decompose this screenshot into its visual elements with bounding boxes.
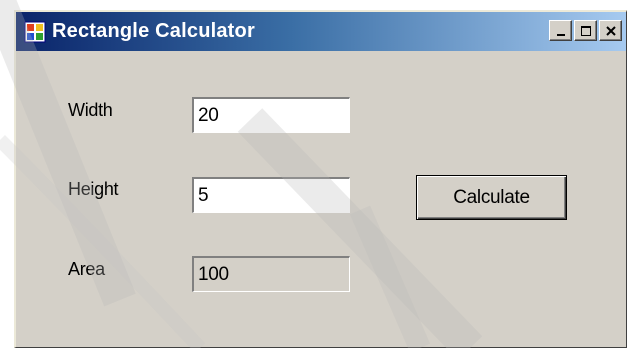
close-icon [605, 25, 616, 36]
maximize-button[interactable] [574, 20, 597, 41]
caption-buttons [547, 20, 622, 41]
width-input[interactable]: 20 [192, 97, 350, 133]
minimize-icon [556, 33, 565, 36]
application-window-icon [24, 21, 46, 42]
height-label: Height [68, 179, 119, 199]
close-button[interactable] [599, 20, 622, 41]
area-output: 100 [192, 256, 350, 292]
calculate-button[interactable]: Calculate [416, 175, 567, 220]
area-label: Area [68, 259, 105, 279]
width-label: Width [68, 100, 113, 120]
minimize-button[interactable] [549, 20, 572, 41]
title-bar[interactable]: Rectangle Calculator [16, 12, 626, 51]
window-title: Rectangle Calculator [52, 20, 255, 42]
maximize-icon [580, 25, 591, 36]
app-window: Rectangle Calculator Width 20 Height 5 A… [14, 10, 627, 348]
height-input[interactable]: 5 [192, 177, 350, 213]
